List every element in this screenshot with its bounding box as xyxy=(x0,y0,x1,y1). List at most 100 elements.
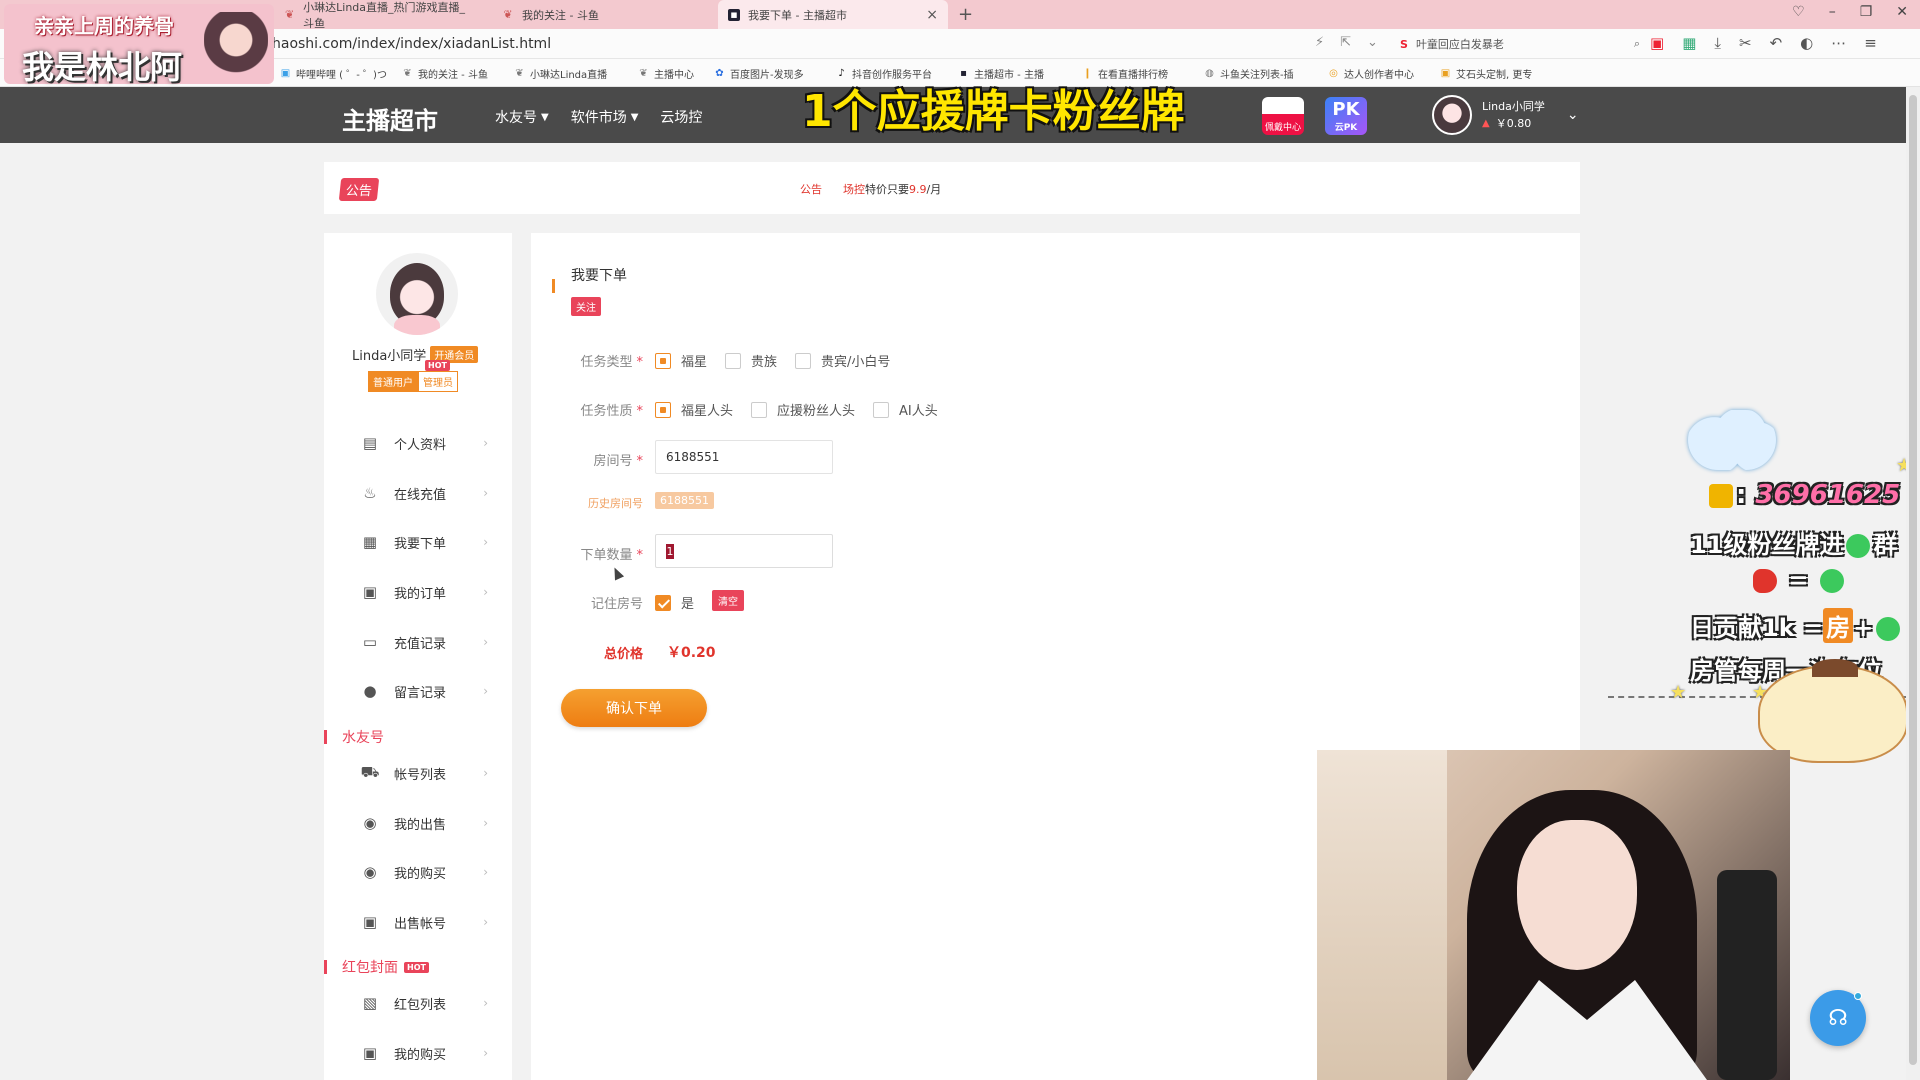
overlay-top-line: 亲亲上周的养骨 xyxy=(34,14,174,38)
sidebar-item-sell-account[interactable]: ▣ 出售帐号 › xyxy=(360,910,488,934)
extension-icon[interactable]: ▦ xyxy=(1682,34,1696,52)
url-field[interactable]: haoshi.com/index/index/xiadanList.html xyxy=(272,36,551,52)
avatar xyxy=(1432,95,1472,135)
caret-down-icon: ▼ xyxy=(630,111,639,123)
task-nature-option-fuxing-head[interactable]: 福星人头 xyxy=(655,400,733,419)
translate-icon[interactable]: ▣ xyxy=(1650,34,1664,52)
room-number-input[interactable]: 6188551 xyxy=(655,440,833,474)
bookmark-item[interactable]: ▣ 哔哩哔哩 ( ゜- ゜)つ xyxy=(280,66,387,81)
menu-icon[interactable]: ≡ xyxy=(1864,34,1877,52)
sidebar-item-my-orders[interactable]: ▣ 我的订单 › xyxy=(360,580,488,604)
bookmark-item[interactable]: ◍ 斗鱼关注列表-插 xyxy=(1204,66,1293,81)
chevron-right-icon: › xyxy=(483,865,488,879)
badge-center-button[interactable]: 佩戴中心 xyxy=(1262,97,1304,135)
sidebar-item-recharge[interactable]: ♨ 在线充值 › xyxy=(360,481,488,505)
task-nature-option-fan-head[interactable]: 应援粉丝人头 xyxy=(751,400,855,419)
tab-label: 我要下单 - 主播超市 xyxy=(748,8,847,22)
sidebar-item-profile[interactable]: ▤ 个人资料 › xyxy=(360,431,488,455)
task-type-option-fuxing[interactable]: 福星 xyxy=(655,351,707,370)
quantity-input[interactable]: 1 xyxy=(655,534,833,568)
restore-icon[interactable]: ❐ xyxy=(1860,4,1873,20)
customer-service-button[interactable]: ☊ xyxy=(1810,990,1866,1046)
search-icon[interactable]: ⌕ xyxy=(1634,37,1640,51)
bookmark-item[interactable]: ❦ 小琳达Linda直播 xyxy=(514,66,607,81)
browser-tab-my-follow[interactable]: ❦ 我的关注 - 斗鱼 xyxy=(492,0,712,29)
close-window-icon[interactable]: ✕ xyxy=(1896,4,1908,20)
bookmark-item[interactable]: ◎ 达人创作者中心 xyxy=(1328,66,1414,81)
scissors-icon[interactable]: ✂ xyxy=(1739,34,1752,52)
chevron-down-icon[interactable]: ⌄ xyxy=(1567,107,1579,123)
chevron-down-icon[interactable]: ⌄ xyxy=(1367,35,1378,50)
bookmark-item[interactable]: ❦ 我的关注 - 斗鱼 xyxy=(402,66,488,81)
remember-room-checkbox[interactable]: 是 xyxy=(655,593,694,612)
task-type-option-guizu[interactable]: 贵族 xyxy=(725,351,777,370)
download-icon[interactable]: ⤓ xyxy=(1714,34,1721,52)
bookmark-item[interactable]: ❦ 主播中心 xyxy=(638,66,694,81)
remember-room-label: 记住房号 xyxy=(590,597,643,612)
tab-label: 我的关注 - 斗鱼 xyxy=(522,8,599,22)
cloud-pk-button[interactable]: PK 云PK xyxy=(1325,97,1367,135)
user-menu[interactable]: Linda小同学 ▲ ￥0.80 ⌄ xyxy=(1432,94,1579,136)
site-favicon-icon: ▪ xyxy=(728,8,740,21)
browser-search-box[interactable]: S 叶童回应白发暴老 ⌕ xyxy=(1400,33,1640,55)
scrollbar-thumb[interactable] xyxy=(1909,95,1917,1065)
browser-tab-bar: ❦ 小琳达Linda直播_热门游戏直播_斗鱼 ❦ 我的关注 - 斗鱼 ▪ 我要下… xyxy=(0,0,1920,30)
nav-item-software-market[interactable]: 软件市场 ▼ xyxy=(571,107,639,127)
minimize-icon[interactable]: – xyxy=(1829,4,1836,20)
wallet-icon: ▭ xyxy=(362,633,378,651)
shirt-icon[interactable]: ♡ xyxy=(1792,4,1805,20)
caret-down-icon: ▼ xyxy=(541,111,549,123)
task-type-option-guibin[interactable]: 贵宾/小白号 xyxy=(795,351,890,370)
tab-label: 小琳达Linda直播_热门游戏直播_斗鱼 xyxy=(303,0,466,30)
sidebar-item-envelope-purchases[interactable]: ▣ 我的购买 › xyxy=(360,1041,488,1065)
task-type-label: 任务类型 * xyxy=(580,355,643,370)
task-nature-option-ai-head[interactable]: AI人头 xyxy=(873,400,938,419)
sidebar-item-place-order[interactable]: ▦ 我要下单 › xyxy=(360,530,488,554)
sidebar-item-my-sales[interactable]: ◉ 我的出售 › xyxy=(360,811,488,835)
lightning-icon[interactable]: ⚡ xyxy=(1315,35,1324,50)
sidebar-item-account-list[interactable]: ⛟ 帐号列表 › xyxy=(360,761,488,785)
browser-tab-douyu-live[interactable]: ❦ 小琳达Linda直播_热门游戏直播_斗鱼 xyxy=(274,0,484,30)
douyu-fish-icon: ❦ xyxy=(284,7,295,21)
bookmark-item[interactable]: ▣ 艾石头定制, 更专 xyxy=(1440,66,1533,81)
close-tab-icon[interactable]: × xyxy=(926,7,938,23)
sidebar-item-message-records[interactable]: ● 留言记录 › xyxy=(360,679,488,703)
task-nature-options: 福星人头 应援粉丝人头 AI人头 xyxy=(655,400,956,419)
overlay-rocket-line: = xyxy=(1750,566,1847,594)
more-icon[interactable]: ⋯ xyxy=(1831,34,1846,52)
webcam-video xyxy=(1317,750,1790,1080)
warning-triangle-icon: ▲ xyxy=(1482,118,1490,129)
share-icon[interactable]: ⇱ xyxy=(1340,35,1351,50)
sidebar-item-recharge-records[interactable]: ▭ 充值记录 › xyxy=(360,630,488,654)
streamer-overlay-logo: 亲亲上周的养骨 我是林北阿 xyxy=(4,4,274,86)
sidebar-item-my-purchases[interactable]: ◉ 我的购买 › xyxy=(360,860,488,884)
stream-caption: 1个应援牌卡粉丝牌 xyxy=(802,86,1185,137)
sidebar-item-envelope-list[interactable]: ▧ 红包列表 › xyxy=(360,991,488,1015)
browser-tab-place-order[interactable]: ▪ 我要下单 - 主播超市 × xyxy=(718,0,948,29)
history-room-chip[interactable]: 6188551 xyxy=(655,492,714,509)
clipboard-icon: ▣ xyxy=(362,1044,378,1062)
night-mode-icon[interactable]: ◐ xyxy=(1800,34,1813,52)
clear-button[interactable]: 清空 xyxy=(712,590,744,611)
nav-item-water-friend[interactable]: 水友号 ▼ xyxy=(495,107,549,127)
address-bar: haoshi.com/index/index/xiadanList.html ⚡… xyxy=(0,29,1920,59)
balance: ￥0.80 xyxy=(1495,117,1532,130)
page-scrollbar[interactable] xyxy=(1906,87,1920,1080)
user-meta: Linda小同学 ▲ ￥0.80 xyxy=(1482,98,1545,132)
chevron-right-icon: › xyxy=(483,635,488,649)
undo-icon[interactable]: ↶ xyxy=(1770,34,1783,52)
announcement-text: 公告 场控特价只要9.9/月 xyxy=(800,183,942,196)
follow-button[interactable]: 关注 xyxy=(571,297,601,316)
globe-icon: ◍ xyxy=(1205,68,1214,79)
nav-item-cloud-control[interactable]: 云场控 xyxy=(660,107,702,127)
profile-user-name: Linda小同学 xyxy=(352,349,427,364)
location-pin-icon: ◉ xyxy=(363,814,377,832)
confirm-order-button[interactable]: 确认下单 xyxy=(561,689,707,727)
bilibili-icon: ▣ xyxy=(280,68,291,79)
site-logo[interactable]: 主播超市 xyxy=(342,101,438,136)
bookmark-item[interactable]: ✿ 百度图片-发现多 xyxy=(714,66,803,81)
new-tab-plus-icon[interactable]: + xyxy=(958,4,973,25)
chevron-right-icon: › xyxy=(483,816,488,830)
sidebar-section-red-envelope: 红包封面 HOT xyxy=(324,957,429,977)
profile-avatar[interactable] xyxy=(376,253,458,335)
